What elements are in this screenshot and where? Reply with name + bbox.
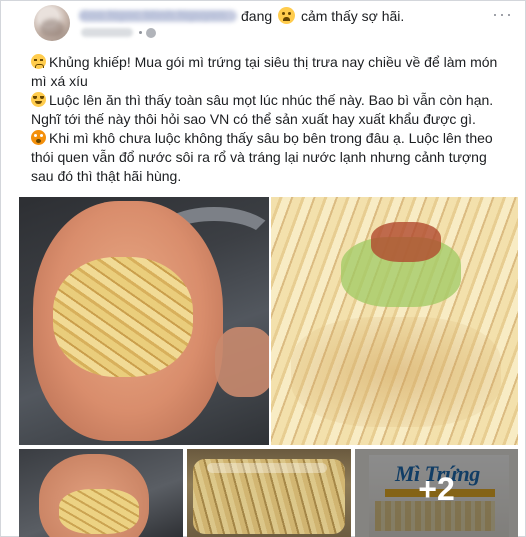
sauce: [291, 317, 501, 427]
post-line-1: Khủng khiếp! Mua gói mì trứng tại siêu t…: [31, 53, 507, 91]
sad-face-icon: [31, 54, 46, 69]
post-body: Khủng khiếp! Mua gói mì trứng tại siêu t…: [31, 53, 507, 186]
post-header: Boo Ngoc Minh Nguyen đang cảm thấy sợ hã…: [1, 1, 526, 45]
scared-face-icon: [278, 7, 296, 24]
fearful-face-icon: [31, 130, 46, 145]
post-line-2: Luộc lên ăn thì thấy toàn sâu mọt lúc nh…: [31, 91, 507, 129]
more-options-icon[interactable]: ···: [492, 5, 513, 23]
avatar[interactable]: [34, 5, 70, 41]
post-timestamp[interactable]: [81, 28, 133, 37]
more-photos-count[interactable]: +2: [355, 471, 518, 508]
meat: [371, 222, 441, 262]
feeling-status: đang cảm thấy sợ hãi.: [241, 7, 404, 24]
post-line-3-text: Khi mì khô chưa luộc không thấy sâu bọ b…: [31, 130, 493, 184]
post-line-1-text: Khủng khiếp! Mua gói mì trứng tại siêu t…: [31, 54, 498, 89]
noodles: [59, 489, 139, 534]
photo-noodle-dish[interactable]: [271, 197, 518, 445]
bag-glare: [207, 463, 327, 473]
crying-face-icon: [31, 92, 46, 107]
globe-icon: [146, 28, 156, 38]
photo-noodle-package[interactable]: [187, 449, 351, 537]
author-name[interactable]: Boo Ngoc Minh Nguyen: [79, 7, 226, 22]
post-line-3: Khi mì khô chưa luộc không thấy sâu bọ b…: [31, 129, 507, 186]
facebook-post: Boo Ngoc Minh Nguyen đang cảm thấy sợ hã…: [0, 0, 526, 537]
photo-hand-closeup[interactable]: [19, 449, 183, 537]
separator-dot: [139, 31, 142, 34]
photo-hand-noodles[interactable]: [19, 197, 269, 445]
post-line-2-text: Luộc lên ăn thì thấy toàn sâu mọt lúc nh…: [31, 92, 494, 127]
feeling-prefix: đang: [241, 8, 273, 24]
photo-more[interactable]: Mì Trứng +2: [355, 449, 518, 537]
arm: [215, 327, 269, 397]
noodle-pile: [53, 257, 193, 377]
feeling-text[interactable]: cảm thấy sợ hãi.: [301, 8, 404, 24]
